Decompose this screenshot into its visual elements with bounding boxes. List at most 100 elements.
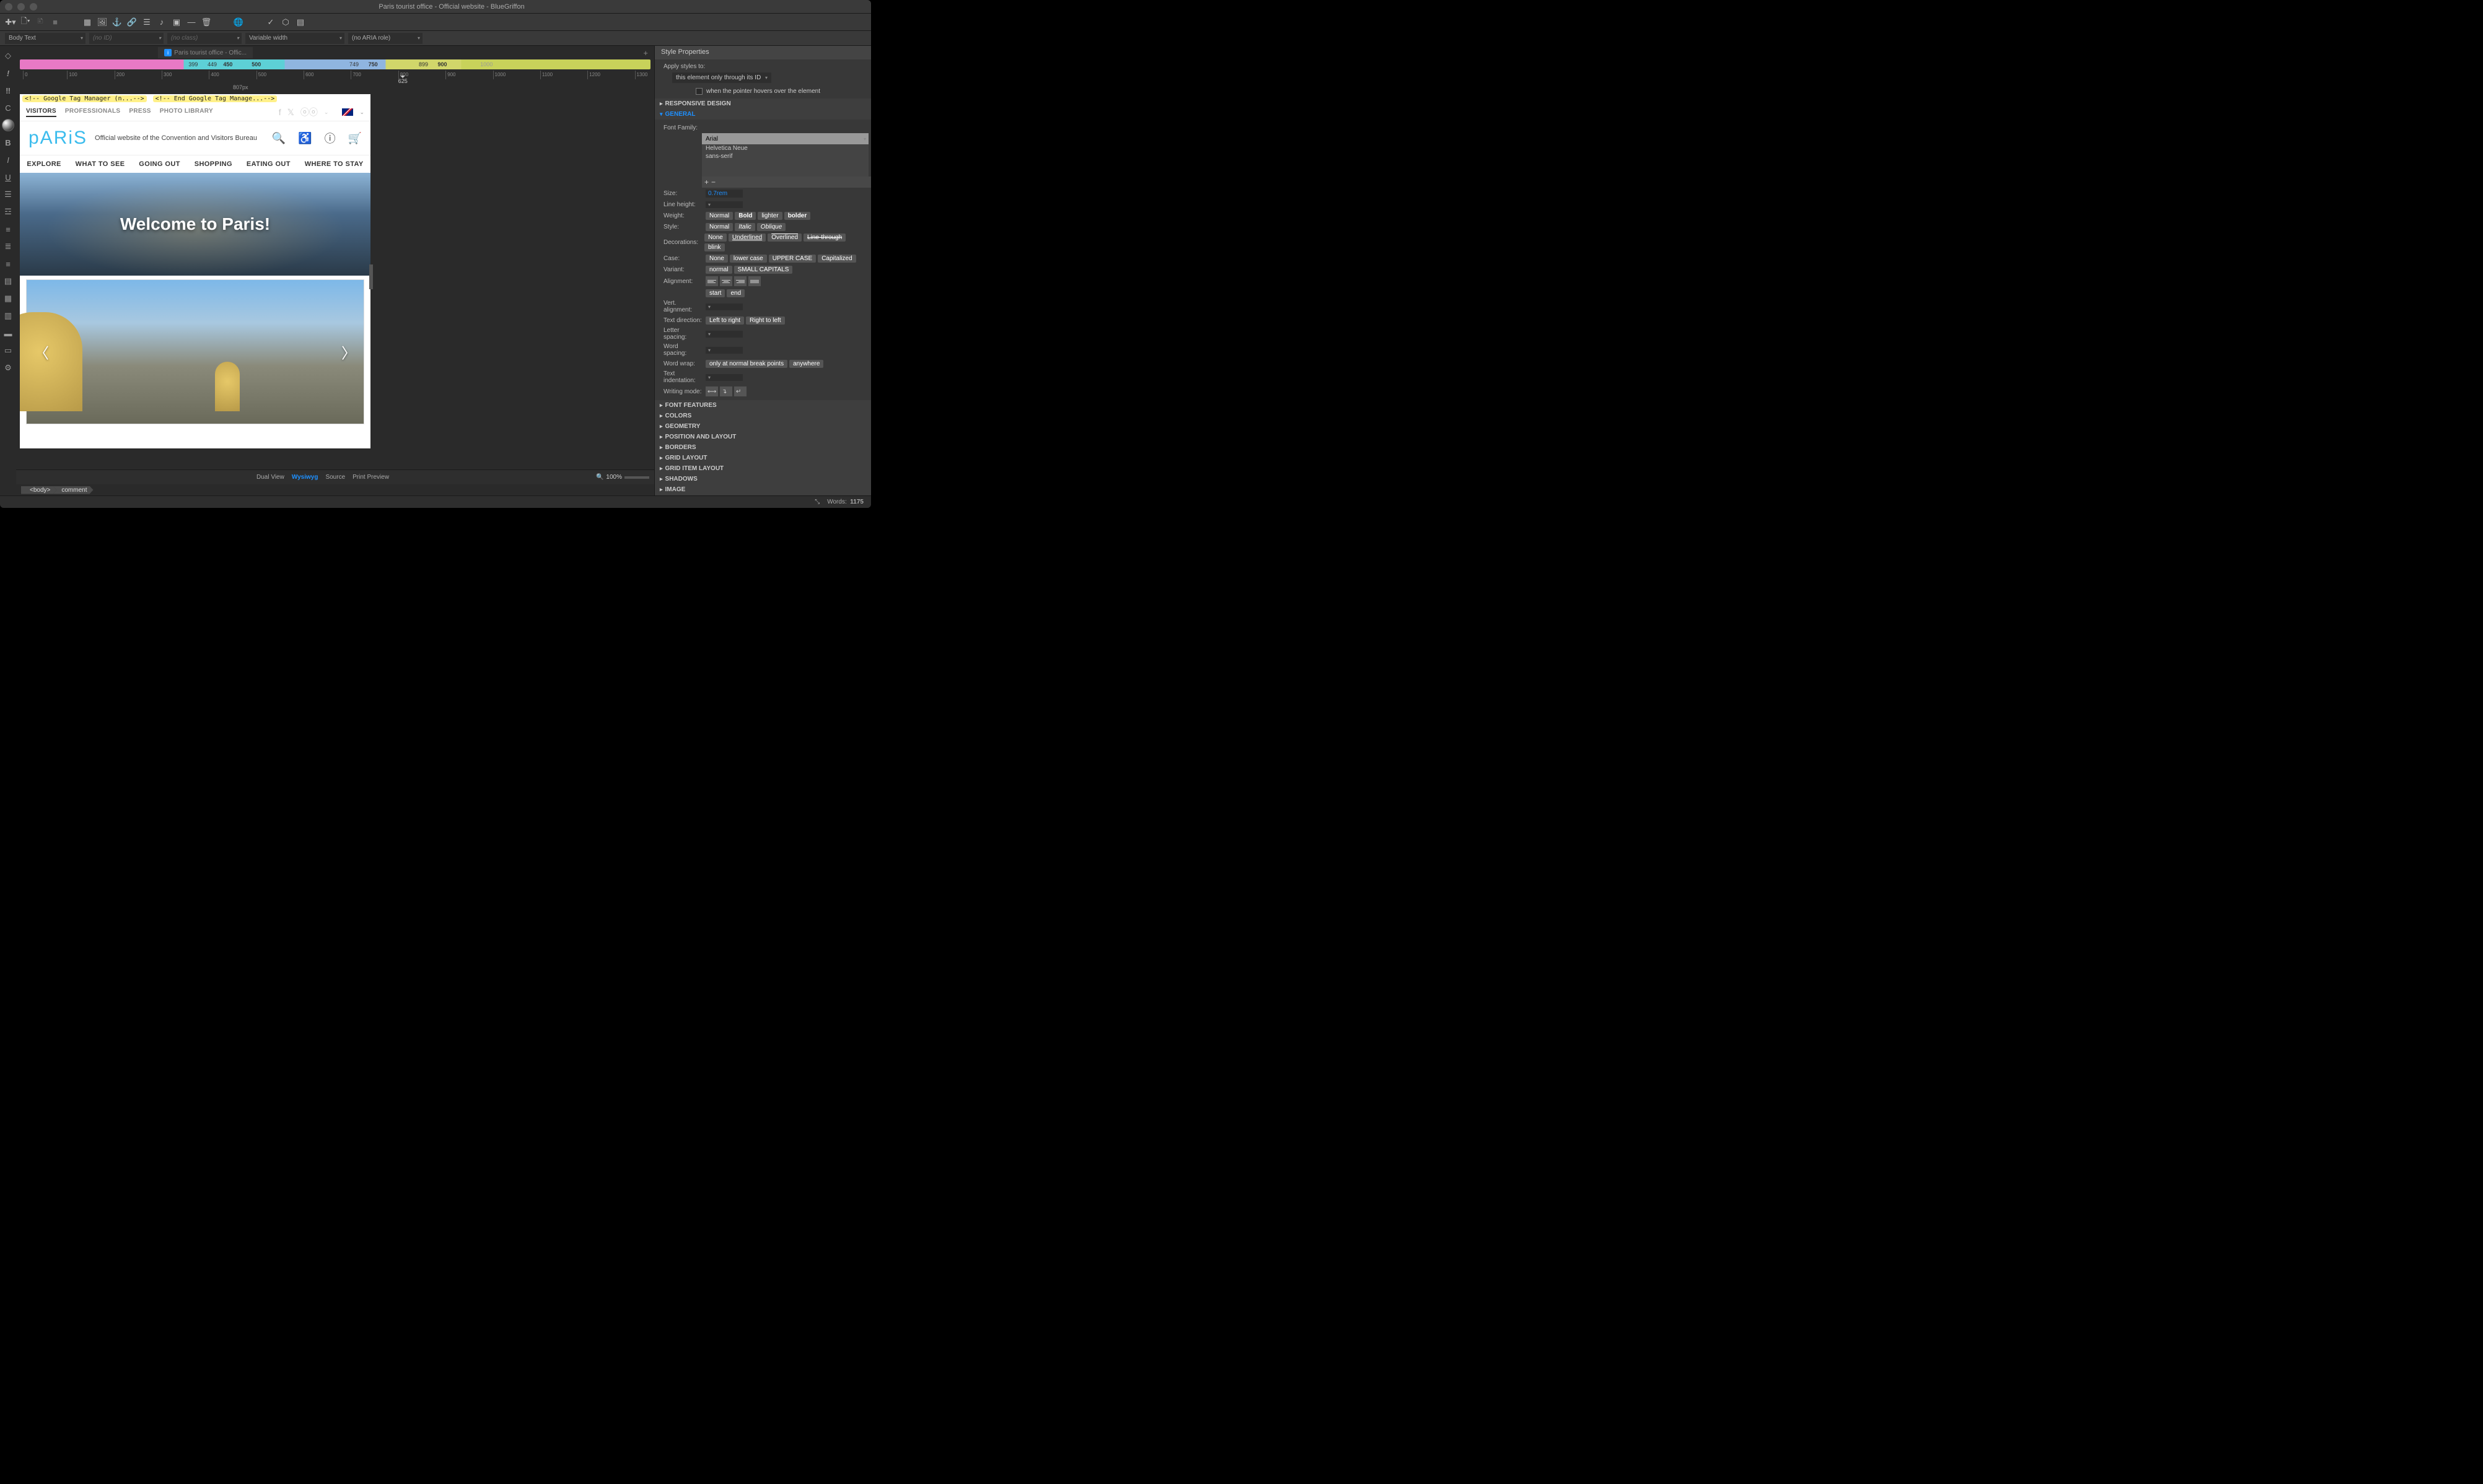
align-justify[interactable]	[748, 276, 761, 286]
delete-button[interactable]: 🗑	[201, 17, 212, 28]
link-button[interactable]: 🔗	[126, 17, 138, 28]
design-canvas[interactable]: <!-- Google Tag Manager (n...--> <!-- En…	[20, 94, 370, 448]
document-tab[interactable]: i Paris tourist office - Offic...	[158, 47, 253, 58]
align-right[interactable]	[734, 276, 747, 286]
section-general[interactable]: GENERAL	[655, 109, 871, 120]
topnav-visitors[interactable]: VISITORS	[26, 108, 56, 117]
topnav-press[interactable]: PRESS	[129, 108, 151, 117]
writing-mode-v1[interactable]: ↴	[720, 386, 732, 396]
settings-icon[interactable]: ⚙	[2, 362, 14, 374]
align-center-button[interactable]: ≣	[2, 240, 14, 253]
validate-button[interactable]: ✓	[265, 17, 276, 28]
source-view-icon[interactable]: ◇	[2, 50, 14, 62]
form-button[interactable]: ☰	[141, 17, 152, 28]
nav-eatingout[interactable]: EATING OUT	[247, 160, 291, 168]
word-spacing-select[interactable]	[706, 347, 743, 354]
table-button[interactable]: ▦	[82, 17, 93, 28]
font-remove-button[interactable]: −	[711, 178, 716, 186]
nav-shopping[interactable]: SHOPPING	[195, 160, 232, 168]
cart-icon[interactable]: 🛒	[348, 132, 362, 145]
c-icon[interactable]: C	[2, 102, 14, 114]
outdent-button[interactable]: ▥	[2, 310, 14, 322]
zoom-slider[interactable]	[624, 476, 649, 479]
language-flag-icon[interactable]	[342, 108, 353, 116]
section-grid-item[interactable]: GRID ITEM LAYOUT	[655, 463, 871, 474]
numbered-list-button[interactable]: ☲	[2, 206, 14, 218]
section-grid-layout[interactable]: GRID LAYOUT	[655, 453, 871, 463]
aria-role-select[interactable]: (no ARIA role)	[348, 33, 423, 44]
info-icon[interactable]: ⓘ	[325, 130, 336, 146]
hover-checkbox[interactable]	[696, 88, 703, 95]
carousel-prev-button[interactable]: 〈	[34, 341, 49, 363]
save-button[interactable]: 🗈	[35, 17, 46, 28]
minimize-window-button[interactable]	[17, 3, 25, 11]
view-wysiwyg[interactable]: Wysiwyg	[292, 474, 318, 481]
font-family-list[interactable]: Arial Helvetica Neue sans-serif	[702, 133, 869, 177]
section-colors[interactable]: COLORS	[655, 411, 871, 421]
breadcrumb-comment[interactable]: comment	[53, 486, 93, 494]
justify-button[interactable]: ▤	[2, 275, 14, 287]
anchor-button[interactable]: ⚓	[112, 17, 123, 28]
writing-mode-h[interactable]: ⟷	[706, 386, 718, 396]
facebook-icon[interactable]: f	[279, 107, 281, 117]
width-mode-select[interactable]: Variable width	[245, 33, 344, 44]
new-button[interactable]: ✚▾	[5, 17, 16, 28]
element-id-select[interactable]: (no ID)	[89, 33, 164, 44]
element-tag-select[interactable]: Body Text	[5, 33, 85, 44]
apply-styles-select[interactable]: this element only through its ID	[672, 72, 771, 83]
print-button[interactable]: ■	[50, 17, 61, 28]
open-button[interactable]: 🗋▾	[20, 17, 31, 28]
letter-spacing-select[interactable]	[706, 331, 743, 338]
line-height-select[interactable]	[706, 201, 743, 208]
section-position[interactable]: POSITION AND LAYOUT	[655, 432, 871, 442]
container-button[interactable]: ▭	[2, 344, 14, 357]
zoom-out-icon[interactable]: 🔍	[596, 474, 603, 481]
nav-goingout[interactable]: GOING OUT	[139, 160, 180, 168]
browser-button[interactable]: 🌐	[233, 17, 244, 28]
maximize-window-button[interactable]	[30, 3, 37, 11]
breakpoint-ruler[interactable]: 399 449 450 500 749 750 899 900 1000	[20, 59, 650, 69]
video-button[interactable]: ▣	[171, 17, 182, 28]
block-button[interactable]: ▬	[2, 327, 14, 339]
font-size-input[interactable]: 0.7rem	[706, 190, 743, 198]
template-button[interactable]: ▤	[295, 17, 306, 28]
view-source[interactable]: Source	[325, 474, 345, 481]
breadcrumb-body[interactable]: <body>	[21, 486, 56, 494]
element-class-select[interactable]: (no class)	[167, 33, 242, 44]
hr-button[interactable]: —	[186, 17, 197, 28]
nav-explore[interactable]: EXPLORE	[27, 160, 61, 168]
bullet-list-button[interactable]: ☰	[2, 188, 14, 201]
section-image[interactable]: IMAGE	[655, 484, 871, 495]
indent-button[interactable]: ▦	[2, 292, 14, 305]
section-geometry[interactable]: GEOMETRY	[655, 421, 871, 432]
section-borders[interactable]: BORDERS	[655, 442, 871, 453]
section-responsive[interactable]: RESPONSIVE DESIGN	[655, 98, 871, 109]
tripadvisor-icon[interactable]: ⓞⓞ	[300, 106, 318, 118]
svg-button[interactable]: ⬡	[280, 17, 291, 28]
close-window-button[interactable]	[5, 3, 12, 11]
section-font-features[interactable]: FONT FEATURES	[655, 400, 871, 411]
view-dual[interactable]: Dual View	[256, 474, 284, 481]
text-indent-select[interactable]	[706, 374, 743, 381]
accessibility-icon[interactable]: ♿	[298, 132, 312, 145]
topnav-photo[interactable]: PHOTO LIBRARY	[160, 108, 213, 117]
italic-button[interactable]: I	[2, 154, 14, 166]
section-shadows[interactable]: SHADOWS	[655, 474, 871, 484]
new-tab-button[interactable]: +	[643, 48, 648, 58]
color-swatch-icon[interactable]	[2, 119, 14, 131]
carousel-next-button[interactable]: 〉	[341, 341, 356, 363]
align-center[interactable]	[720, 276, 732, 286]
canvas-resize-handle[interactable]	[369, 264, 373, 289]
paris-logo[interactable]: pARiS	[28, 128, 87, 149]
align-left[interactable]	[706, 276, 718, 286]
align-right-button[interactable]: ≡	[2, 258, 14, 270]
font-add-button[interactable]: +	[704, 178, 709, 186]
vert-align-select[interactable]	[706, 303, 743, 310]
pause-icon[interactable]: ‼	[2, 84, 14, 97]
topnav-professionals[interactable]: PROFESSIONALS	[65, 108, 120, 117]
twitter-icon[interactable]: 𝕏	[287, 107, 294, 118]
audio-button[interactable]: ♪	[156, 17, 167, 28]
search-icon[interactable]: 🔍	[272, 132, 286, 145]
underline-button[interactable]: U	[2, 171, 14, 183]
bold-button[interactable]: B	[2, 136, 14, 149]
